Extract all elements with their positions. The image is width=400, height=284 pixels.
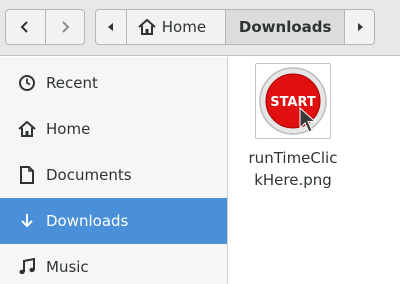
path-item-downloads[interactable]: Downloads bbox=[225, 10, 345, 44]
file-name-line-2: kHere.png bbox=[254, 171, 332, 189]
sidebar-item-label: Home bbox=[46, 120, 91, 138]
sidebar-item-recent[interactable]: Recent bbox=[0, 60, 227, 106]
sidebar-item-music[interactable]: Music bbox=[0, 244, 227, 284]
home-icon bbox=[138, 19, 156, 35]
file-view: START runTimeClic kHere.png bbox=[229, 57, 400, 284]
sidebar-item-documents[interactable]: Documents bbox=[0, 152, 227, 198]
sidebar-item-label: Documents bbox=[46, 166, 132, 184]
chevron-left-icon bbox=[21, 21, 29, 33]
path-scroll-left-button[interactable] bbox=[96, 10, 126, 44]
navigation-buttons bbox=[5, 9, 85, 45]
sidebar-item-home[interactable]: Home bbox=[0, 106, 227, 152]
file-name-line-1: runTimeClic bbox=[248, 149, 338, 167]
clock-icon bbox=[17, 73, 37, 93]
path-bar: Home Downloads bbox=[95, 9, 375, 45]
file-thumbnail: START bbox=[255, 63, 331, 139]
home-icon bbox=[17, 119, 37, 139]
thumb-text: START bbox=[270, 95, 316, 110]
document-icon bbox=[17, 165, 37, 185]
sidebar-item-label: Music bbox=[46, 258, 89, 276]
header-bar: Home Downloads bbox=[0, 0, 400, 56]
triangle-left-icon bbox=[107, 23, 113, 31]
download-icon bbox=[17, 211, 37, 231]
chevron-right-icon bbox=[62, 21, 70, 33]
triangle-right-icon bbox=[357, 23, 363, 31]
file-name: runTimeClic kHere.png bbox=[237, 147, 349, 191]
sidebar: Recent Home Documents Downloads Music bbox=[0, 57, 228, 284]
forward-button[interactable] bbox=[44, 10, 84, 44]
start-button-image: START bbox=[259, 67, 327, 135]
sidebar-item-downloads[interactable]: Downloads bbox=[0, 198, 227, 244]
path-item-home-label: Home bbox=[161, 18, 207, 36]
path-item-home[interactable]: Home bbox=[125, 10, 225, 44]
sidebar-item-label: Downloads bbox=[46, 212, 129, 230]
path-item-downloads-label: Downloads bbox=[238, 18, 332, 36]
back-button[interactable] bbox=[6, 10, 45, 44]
path-scroll-right-button[interactable] bbox=[344, 10, 374, 44]
sidebar-item-label: Recent bbox=[46, 74, 98, 92]
music-icon bbox=[17, 257, 37, 277]
